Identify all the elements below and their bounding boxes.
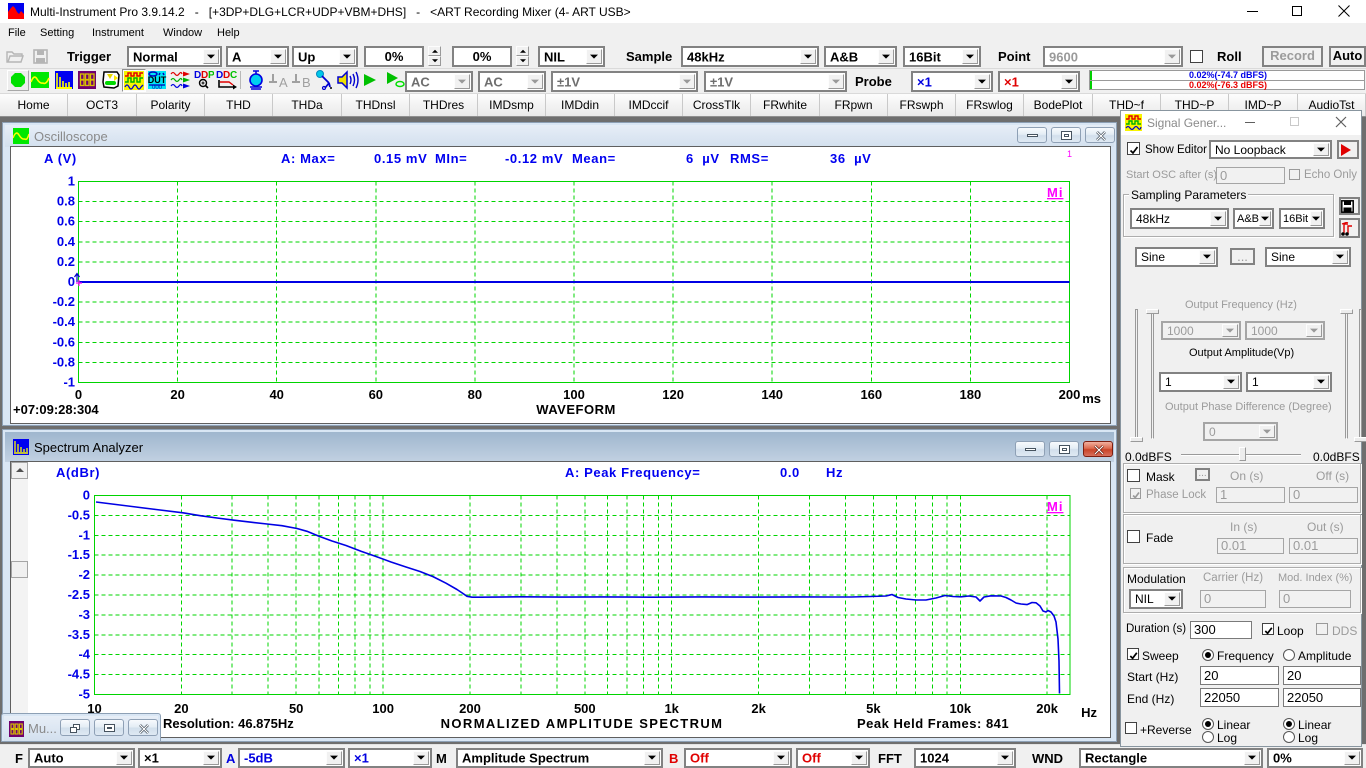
svg-text:160: 160: [860, 387, 882, 402]
svg-text:-4: -4: [78, 647, 90, 662]
svg-text:0: 0: [68, 274, 75, 289]
svg-text:DUT: DUT: [148, 75, 167, 85]
svg-text:1: 1: [68, 174, 75, 189]
svg-text:20k: 20k: [1036, 701, 1058, 716]
svg-text:0.6: 0.6: [57, 214, 75, 229]
svg-text:-5: -5: [78, 687, 90, 702]
svg-text:50: 50: [289, 701, 303, 716]
svg-text:20: 20: [170, 387, 184, 402]
svg-text:-2.5: -2.5: [68, 587, 90, 602]
svg-text:100: 100: [372, 701, 394, 716]
svg-text:-0.8: -0.8: [53, 354, 75, 369]
svg-text:500: 500: [574, 701, 596, 716]
svg-text:ms: ms: [1082, 391, 1101, 406]
svg-text:A: A: [279, 75, 288, 90]
svg-text:-0.6: -0.6: [53, 334, 75, 349]
svg-text:0.8: 0.8: [57, 194, 75, 209]
svg-text:80: 80: [468, 387, 482, 402]
svg-text:-3: -3: [78, 607, 90, 622]
svg-text:120: 120: [662, 387, 684, 402]
svg-text:-3.5: -3.5: [68, 627, 90, 642]
svg-text:-0.2: -0.2: [53, 294, 75, 309]
svg-text:40: 40: [269, 387, 283, 402]
svg-text:2k: 2k: [751, 701, 766, 716]
svg-text:0: 0: [75, 387, 82, 402]
svg-text:200: 200: [459, 701, 481, 716]
svg-text:0.2: 0.2: [57, 254, 75, 269]
svg-text:60: 60: [369, 387, 383, 402]
svg-text:0.4: 0.4: [57, 234, 76, 249]
svg-text:200: 200: [1059, 387, 1081, 402]
svg-text:140: 140: [761, 387, 783, 402]
svg-text:C: C: [230, 70, 237, 81]
svg-text:-0.4: -0.4: [53, 314, 76, 329]
svg-text:-2: -2: [78, 567, 90, 582]
svg-text:P: P: [208, 70, 214, 81]
svg-text:-0.5: -0.5: [68, 507, 90, 522]
svg-text:Mi: Mi: [1047, 499, 1063, 514]
svg-text:Mi: Mi: [1047, 185, 1063, 200]
svg-text:0: 0: [83, 488, 90, 503]
svg-text:-1: -1: [63, 375, 75, 390]
svg-text:1k: 1k: [664, 701, 679, 716]
svg-text:Peak Held Frames: 841: Peak Held Frames: 841: [857, 716, 1009, 731]
svg-text:-1: -1: [78, 527, 90, 542]
svg-text:000: 000: [152, 85, 163, 90]
svg-text:B: B: [302, 75, 311, 90]
svg-text:-1.5: -1.5: [68, 547, 90, 562]
svg-text:-4.5: -4.5: [68, 667, 90, 682]
svg-text:+07:09:28:304: +07:09:28:304: [13, 402, 99, 417]
svg-text:180: 180: [960, 387, 982, 402]
svg-text:10k: 10k: [949, 701, 971, 716]
svg-text:WAVEFORM: WAVEFORM: [536, 402, 616, 417]
svg-text:20: 20: [174, 701, 188, 716]
svg-text:NORMALIZED AMPLITUDE SPECTRUM: NORMALIZED AMPLITUDE SPECTRUM: [441, 716, 724, 731]
svg-text:5k: 5k: [866, 701, 881, 716]
svg-text:Resolution: 46.875Hz: Resolution: 46.875Hz: [163, 716, 294, 731]
svg-text:100: 100: [563, 387, 585, 402]
svg-text:Hz: Hz: [1081, 705, 1097, 720]
